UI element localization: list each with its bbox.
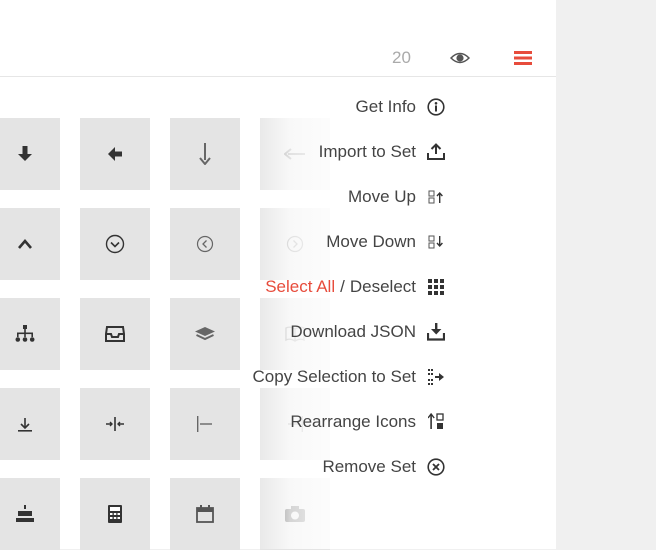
upload-icon (426, 142, 446, 162)
icon-count: 20 (392, 48, 411, 67)
inbox-icon (105, 326, 125, 342)
grid-tile[interactable] (80, 388, 150, 460)
calculator-icon (108, 505, 122, 523)
grid-tile[interactable] (80, 118, 150, 190)
menu-item-get-info[interactable]: Get Info (253, 92, 445, 121)
menu-item-download-json[interactable]: Download JSON (253, 317, 445, 346)
menu-item-select-deselect: Select All / Deselect (253, 272, 444, 301)
menu-item-import-to-set[interactable]: Import to Set (253, 137, 445, 166)
grid-tile[interactable] (170, 298, 240, 370)
grid-select-icon (426, 277, 446, 297)
select-all-link[interactable]: Select All (265, 277, 335, 296)
grid-tile[interactable] (0, 118, 60, 190)
menu-item-label: Remove Set (322, 456, 416, 476)
chevron-up-icon (18, 239, 32, 249)
align-center-horizontal-icon (105, 417, 125, 431)
align-left-icon (196, 416, 214, 432)
grid-tile[interactable] (0, 208, 60, 280)
info-icon (426, 97, 446, 117)
menu-item-remove-set[interactable]: Remove Set (253, 452, 445, 481)
deselect-link[interactable]: Deselect (350, 277, 416, 296)
arrow-down-icon (18, 146, 32, 162)
grid-tile[interactable] (170, 388, 240, 460)
grid-tile[interactable] (0, 478, 60, 550)
long-arrow-down-icon (199, 143, 211, 165)
calendar-icon (196, 505, 214, 523)
grid-tile[interactable] (0, 298, 60, 370)
menu-item-label: Import to Set (318, 141, 416, 161)
menu-item-label: Download JSON (290, 321, 416, 341)
sort-down-icon (426, 232, 446, 252)
select-deselect-row: Select All / Deselect (265, 277, 416, 297)
menu-item-move-down[interactable]: Move Down (253, 227, 443, 256)
align-bottom-icon (17, 416, 33, 432)
grid-tile[interactable] (170, 208, 240, 280)
eye-icon[interactable] (449, 50, 471, 71)
menu-item-move-up[interactable]: Move Up (253, 182, 443, 211)
rearrange-icon (426, 412, 446, 432)
menu-item-copy-selection[interactable]: Copy Selection to Set (252, 362, 444, 391)
sort-up-icon (426, 187, 446, 207)
grid-tile[interactable] (170, 118, 240, 190)
copy-to-set-icon (426, 367, 446, 387)
grid-tile[interactable] (80, 298, 150, 370)
menu-item-label: Get Info (355, 96, 416, 116)
grid-tile[interactable] (80, 208, 150, 280)
remove-circle-icon (426, 457, 446, 477)
sitemap-icon (15, 325, 35, 343)
grid-tile[interactable] (80, 478, 150, 550)
separator: / (340, 276, 345, 296)
download-icon (426, 322, 446, 342)
grid-tile[interactable] (170, 478, 240, 550)
grid-tile[interactable] (0, 388, 60, 460)
layers-icon (195, 327, 215, 341)
hamburger-menu-icon[interactable] (514, 50, 532, 71)
birthday-cake-icon (16, 505, 34, 523)
arrow-left-icon (107, 147, 123, 161)
circle-chevron-left-icon (196, 235, 214, 253)
circle-chevron-down-icon (105, 234, 125, 254)
menu-item-label: Copy Selection to Set (252, 366, 416, 386)
set-toolbar: 20 (0, 40, 556, 77)
menu-item-rearrange-icons[interactable]: Rearrange Icons (253, 407, 444, 436)
set-options-menu: Get Info Import to Set Move Up Move Down… (252, 92, 445, 497)
menu-item-label: Move Up (347, 186, 416, 206)
menu-item-label: Rearrange Icons (290, 411, 416, 431)
menu-item-label: Move Down (326, 231, 416, 251)
icon-set-panel: 20 Get Info Import to Set Move Up Move D… (0, 0, 556, 550)
